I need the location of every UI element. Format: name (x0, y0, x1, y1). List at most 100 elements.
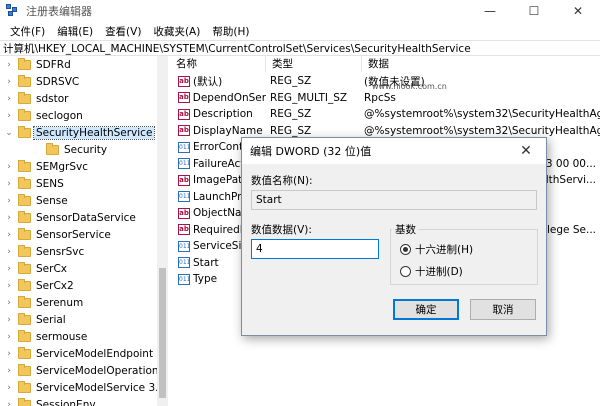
chevron-right-icon[interactable]: › (4, 196, 14, 206)
window-controls: — ☐ ✕ (468, 0, 600, 22)
list-header: 名称 类型 数据 (170, 56, 600, 72)
value-row[interactable]: ab Description REG_SZ @%systemroot%\system3… (170, 106, 600, 122)
binary-value-icon: 011 (178, 257, 191, 268)
tree-item[interactable]: › Serial (4, 311, 68, 328)
tree-item-label: SDRSVC (36, 75, 80, 88)
tree-item[interactable]: Security (32, 141, 109, 158)
tree-item-label: ServiceModelOperation 3. (36, 364, 168, 377)
tree-item[interactable]: › SerCx (4, 260, 69, 277)
tree-item[interactable]: › Sense (4, 192, 70, 209)
folder-icon (18, 193, 31, 206)
tree-item[interactable]: › SENS (4, 175, 66, 192)
tree-item[interactable]: › SDRSVC (4, 73, 81, 90)
value-data-label: 数值数据(V): (251, 224, 312, 236)
tree-item[interactable]: › SensorDataService (4, 209, 138, 226)
folder-icon (18, 380, 31, 393)
tree-item[interactable]: › sermouse (4, 328, 89, 345)
tree-item[interactable]: › Serenum (4, 294, 85, 311)
chevron-right-icon[interactable]: › (4, 77, 14, 87)
dialog-close-icon[interactable]: ✕ (506, 138, 546, 164)
chevron-right-icon[interactable]: › (4, 213, 14, 223)
dec-radio-option[interactable]: 十进制(D) (400, 264, 463, 279)
column-header-type[interactable]: 类型 (266, 56, 362, 72)
chevron-right-icon[interactable]: › (4, 162, 14, 172)
menu-view[interactable]: 查看(V) (99, 24, 147, 39)
chevron-right-icon[interactable]: › (4, 332, 14, 342)
chevron-right-icon[interactable]: › (4, 94, 14, 104)
registry-editor-icon (6, 4, 20, 18)
tree-item[interactable]: ⌄ SecurityHealthService (4, 124, 156, 141)
tree-item[interactable]: › SensrSvc (4, 243, 86, 260)
cancel-button[interactable]: 取消 (470, 299, 536, 320)
chevron-right-icon[interactable]: › (4, 264, 14, 274)
chevron-right-icon[interactable]: › (4, 383, 14, 393)
string-value-icon: ab (178, 75, 190, 87)
chevron-right-icon[interactable]: › (4, 349, 14, 359)
chevron-right-icon[interactable]: › (4, 247, 14, 257)
tree-item[interactable]: › SDFRd (4, 56, 73, 73)
tree-item[interactable]: › SEMgrSvc (4, 158, 90, 175)
dialog-title: 编辑 DWORD (32 位)值 (250, 145, 372, 158)
tree-item-label: sdstor (36, 92, 69, 105)
column-header-name[interactable]: 名称 (170, 56, 266, 72)
folder-icon (18, 91, 31, 104)
address-bar[interactable]: 计算机\HKEY_LOCAL_MACHINE\SYSTEM\CurrentCon… (0, 40, 600, 56)
column-header-data[interactable]: 数据 (362, 56, 600, 72)
tree-scrollbar-thumb[interactable] (159, 268, 166, 398)
folder-icon (18, 295, 31, 308)
ok-button[interactable]: 确定 (393, 299, 459, 320)
chevron-right-icon[interactable]: › (4, 298, 14, 308)
chevron-right-icon[interactable]: › (4, 315, 14, 325)
chevron-right-icon[interactable]: › (4, 281, 14, 291)
folder-icon (18, 227, 31, 240)
tree-item[interactable]: › sdstor (4, 90, 70, 107)
tree-item[interactable]: › ServiceModelService 3.0.0 (4, 379, 167, 396)
menu-help[interactable]: 帮助(H) (206, 24, 255, 39)
window-title: 注册表编辑器 (26, 5, 92, 18)
tree-item-label: SensorDataService (36, 211, 136, 224)
menu-file[interactable]: 文件(F) (4, 24, 51, 39)
hex-radio[interactable] (400, 244, 411, 255)
value-row[interactable]: abDependOnSer... REG_MULTI_SZ RpcSs (170, 90, 600, 106)
minimize-button[interactable]: — (468, 0, 512, 22)
menu-bar: 文件(F) 编辑(E) 查看(V) 收藏夹(A) 帮助(H) (0, 22, 600, 40)
chevron-right-icon[interactable]: › (4, 230, 14, 240)
value-data: @%systemroot%\system32\SecurityHealthAg.… (364, 124, 600, 137)
value-data-input[interactable]: 4 (251, 239, 379, 259)
chevron-right-icon[interactable]: › (4, 400, 14, 406)
tree-item-label: Serial (36, 313, 66, 326)
value-name-cell: abDependOnSer... (170, 92, 266, 104)
tree-item-label: SEMgrSvc (36, 160, 88, 173)
value-name-cell: ab DisplayName (170, 125, 266, 137)
chevron-right-icon[interactable]: › (4, 60, 14, 70)
chevron-down-icon[interactable]: ⌄ (4, 128, 14, 138)
menu-edit[interactable]: 编辑(E) (51, 24, 99, 39)
value-name: Start (193, 256, 219, 269)
tree-item[interactable]: › SessionEnv (4, 396, 98, 406)
value-name: DisplayName (193, 124, 263, 137)
tree-item[interactable]: › SensorService (4, 226, 113, 243)
tree-item[interactable]: › ServiceModelEndpoint 3.0 (4, 345, 167, 362)
binary-value-icon: 011 (178, 141, 191, 153)
value-type: REG_MULTI_SZ (270, 91, 348, 104)
folder-icon (18, 125, 31, 138)
chevron-right-icon[interactable]: › (4, 179, 14, 189)
dec-radio[interactable] (400, 266, 411, 277)
tree-scrollbar[interactable] (157, 56, 168, 406)
tree-item-label: SensrSvc (36, 245, 85, 258)
maximize-button[interactable]: ☐ (512, 0, 556, 22)
tree-item[interactable]: › ServiceModelOperation 3. (4, 362, 168, 379)
chevron-right-icon[interactable]: › (4, 366, 14, 376)
value-name: DependOnSer... (192, 91, 266, 104)
binary-value-icon: 011 (178, 240, 191, 252)
value-name-field[interactable]: Start (251, 190, 537, 210)
menu-favorites[interactable]: 收藏夹(A) (147, 24, 206, 39)
close-button[interactable]: ✕ (556, 0, 600, 22)
chevron-right-icon[interactable]: › (4, 111, 14, 121)
tree-item-label: SessionEnv (36, 398, 96, 406)
hex-radio-option[interactable]: 十六进制(H) (400, 242, 473, 257)
tree-item[interactable]: › SerCx2 (4, 277, 76, 294)
folder-icon (18, 363, 31, 376)
tree-item-label: SENS (36, 177, 64, 190)
tree-item[interactable]: › seclogon (4, 107, 85, 124)
